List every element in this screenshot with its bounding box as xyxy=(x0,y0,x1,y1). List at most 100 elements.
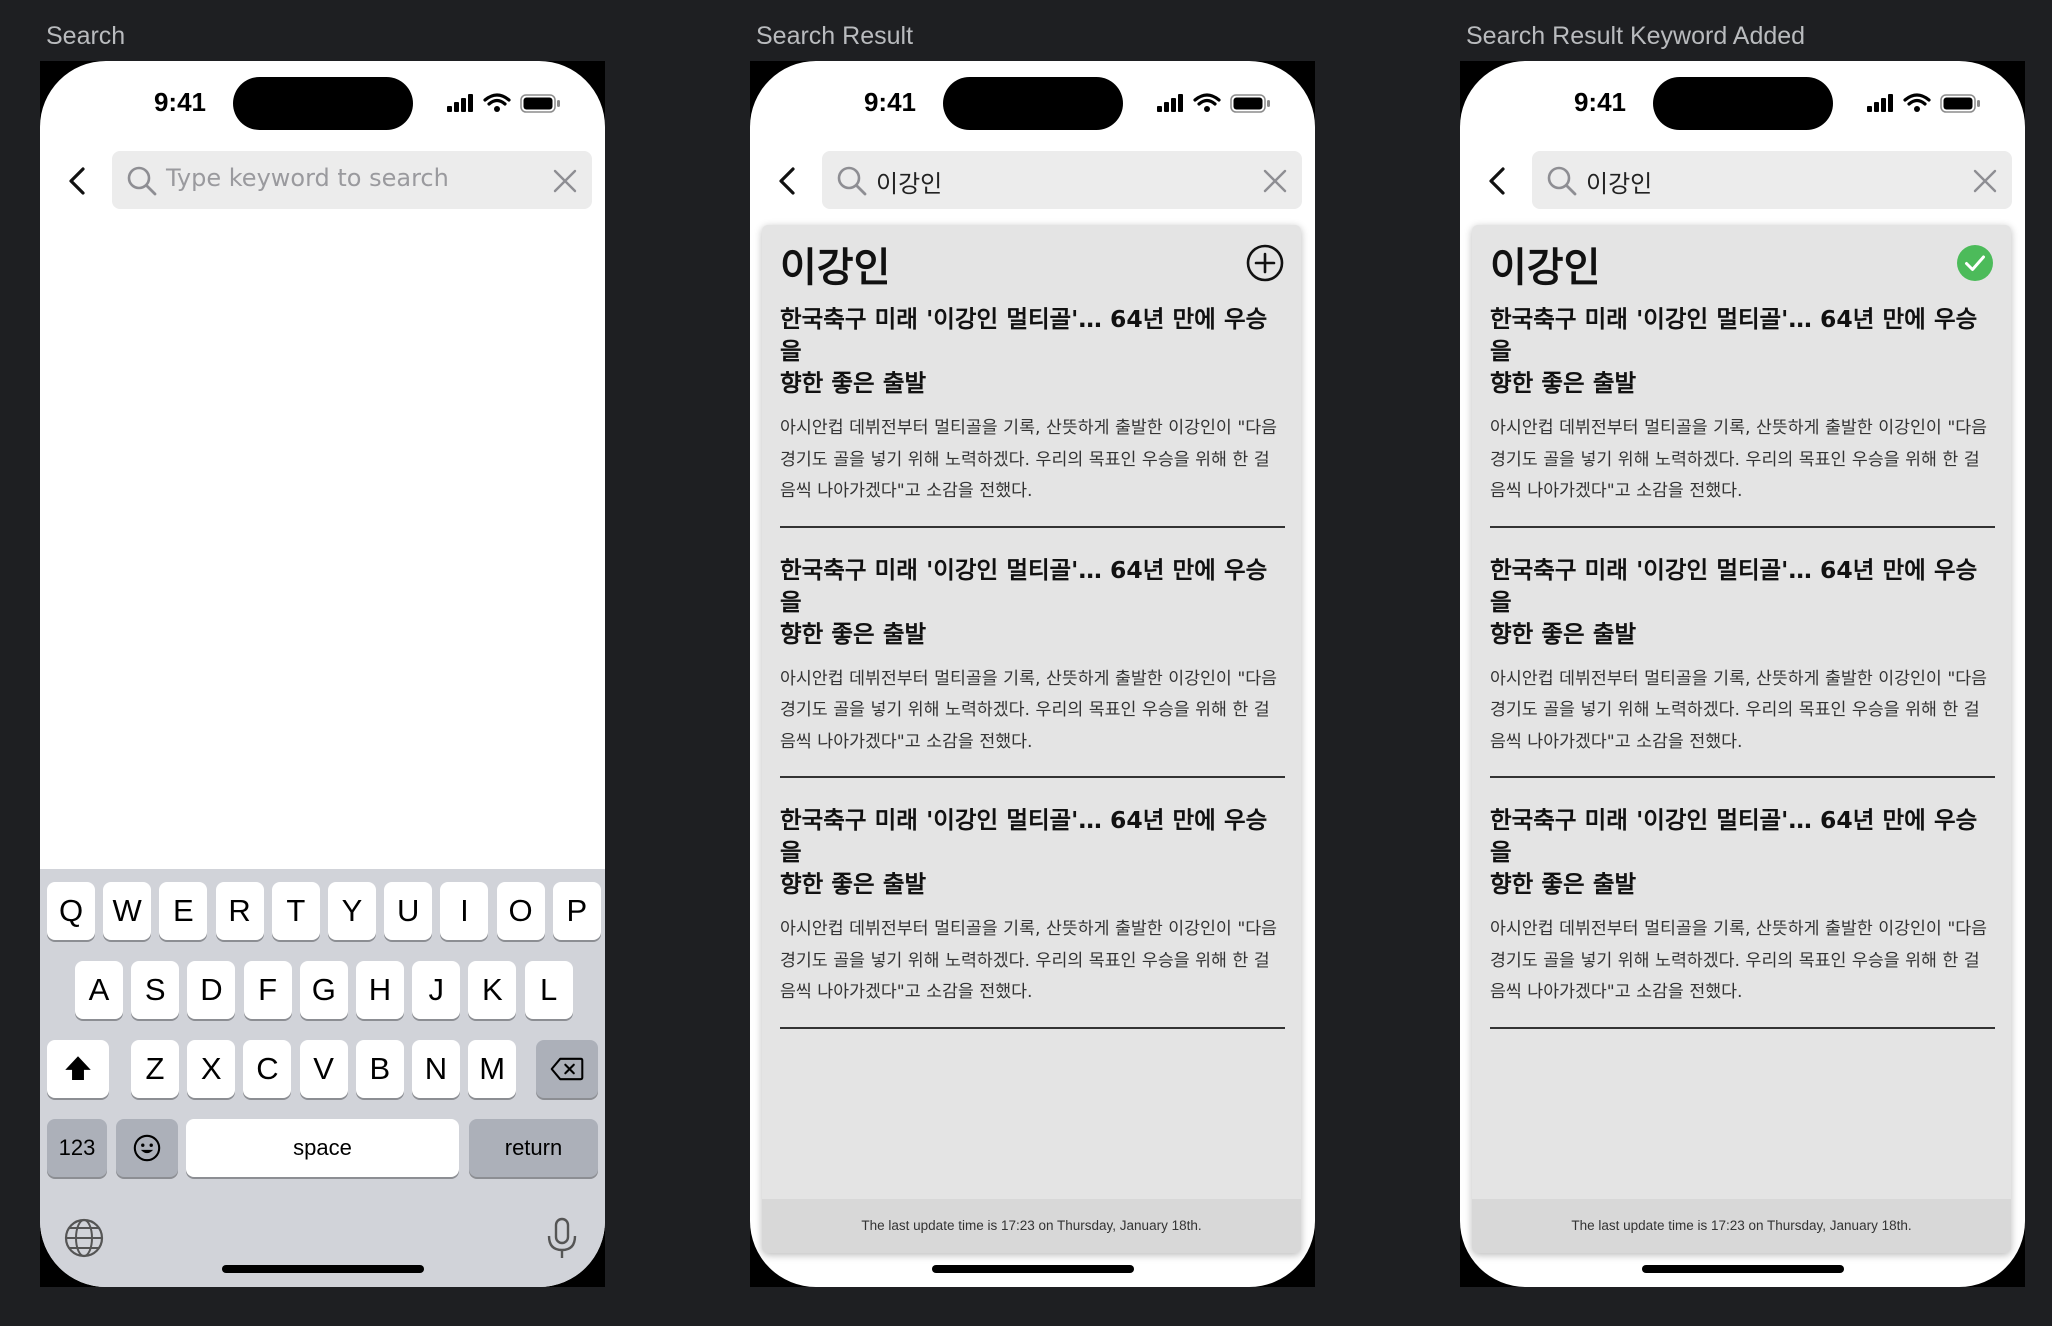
battery-icon xyxy=(1230,94,1270,113)
article-title: 한국축구 미래 '이강인 멀티골'… 64년 만에 우승을 향한 좋은 출발 xyxy=(1490,555,1978,648)
phone-screen: 9:41 이강인 이강인 한국축구 미래 '이강인 멀티골'… 64년 만에 우… xyxy=(1460,61,2025,1287)
article-summary: 아시안컵 데뷔전부터 멀티골을 기록, 산뜻하게 출발한 이강인이 "다음 경기… xyxy=(780,418,1278,501)
search-bar[interactable]: 이강인 xyxy=(1532,151,2012,209)
key-z[interactable]: Z xyxy=(131,1040,179,1098)
article-item[interactable]: 한국축구 미래 '이강인 멀티골'… 64년 만에 우승을 향한 좋은 출발 아… xyxy=(1490,798,1995,1029)
search-bar[interactable]: Type keyword to search xyxy=(112,151,592,209)
shift-key[interactable] xyxy=(47,1040,109,1098)
article-title: 한국축구 미래 '이강인 멀티골'… 64년 만에 우승을 향한 좋은 출발 xyxy=(1490,806,1978,898)
numbers-key[interactable]: 123 xyxy=(47,1119,107,1177)
keyword-card: 이강인 한국축구 미래 '이강인 멀티골'… 64년 만에 우승을 향한 좋은 … xyxy=(762,225,1301,1253)
key-w[interactable]: W xyxy=(103,882,152,940)
key-i[interactable]: I xyxy=(440,882,489,940)
keyword-title: 이강인 xyxy=(1490,245,1601,291)
phone-screen: 9:41 이강인 이강인 한국축구 미래 '이강인 멀티골'… 64년 만에 우… xyxy=(750,61,1315,1287)
globe-icon[interactable] xyxy=(60,1214,108,1262)
key-k[interactable]: K xyxy=(468,961,517,1019)
key-g[interactable]: G xyxy=(299,961,348,1019)
shift-icon xyxy=(65,1056,91,1081)
key-l[interactable]: L xyxy=(524,961,573,1019)
key-a[interactable]: A xyxy=(75,961,123,1019)
cellular-signal-icon xyxy=(1157,94,1183,112)
key-m[interactable]: M xyxy=(468,1040,517,1098)
key-n[interactable]: N xyxy=(412,1040,460,1098)
search-input[interactable]: Type keyword to search xyxy=(166,164,449,192)
frame-keyword-added: 9:41 이강인 이강인 한국축구 미래 '이강인 멀티골'… 64년 만에 우… xyxy=(1460,61,2025,1287)
search-bar[interactable]: 이강인 xyxy=(822,151,1302,209)
status-time: 9:41 xyxy=(153,87,207,117)
status-icons xyxy=(1157,93,1270,113)
key-r[interactable]: R xyxy=(215,882,264,940)
search-icon xyxy=(127,166,157,196)
cellular-signal-icon xyxy=(1867,94,1893,112)
status-time: 9:41 xyxy=(1573,87,1627,117)
search-input[interactable]: 이강인 xyxy=(1586,164,1652,199)
backspace-icon xyxy=(550,1057,584,1081)
wifi-icon xyxy=(1193,93,1221,106)
key-e[interactable]: E xyxy=(159,882,208,940)
home-indicator xyxy=(222,1265,424,1273)
last-update-footer: The last update time is 17:23 on Thursda… xyxy=(762,1199,1301,1253)
key-q[interactable]: Q xyxy=(47,882,95,940)
search-header: 이강인 xyxy=(1460,151,2025,211)
article-item[interactable]: 한국축구 미래 '이강인 멀티골'… 64년 만에 우승을 향한 좋은 출발 아… xyxy=(780,798,1285,1029)
search-input[interactable]: 이강인 xyxy=(876,164,942,199)
wifi-icon xyxy=(483,93,511,106)
key-j[interactable]: J xyxy=(412,961,461,1019)
key-v[interactable]: V xyxy=(299,1040,348,1098)
delete-key[interactable] xyxy=(536,1040,598,1098)
keyword-card: 이강인 한국축구 미래 '이강인 멀티골'… 64년 만에 우승을 향한 좋은 … xyxy=(1472,225,2011,1253)
cellular-signal-icon xyxy=(447,94,473,112)
last-update-footer: The last update time is 17:23 on Thursda… xyxy=(1472,1199,2011,1253)
check-circle-icon[interactable] xyxy=(1953,241,1997,285)
microphone-icon[interactable] xyxy=(538,1214,586,1262)
space-key[interactable]: space xyxy=(186,1119,459,1177)
back-chevron-icon[interactable] xyxy=(1480,163,1516,199)
key-o[interactable]: O xyxy=(496,882,545,940)
article-item[interactable]: 한국축구 미래 '이강인 멀티골'… 64년 만에 우승을 향한 좋은 출발 아… xyxy=(1490,297,1995,528)
key-d[interactable]: D xyxy=(187,961,236,1019)
article-summary: 아시안컵 데뷔전부터 멀티골을 기록, 산뜻하게 출발한 이강인이 "다음 경기… xyxy=(780,668,1278,752)
dynamic-island xyxy=(1653,77,1833,130)
emoji-key[interactable] xyxy=(116,1119,178,1177)
article-item[interactable]: 한국축구 미래 '이강인 멀티골'… 64년 만에 우승을 향한 좋은 출발 아… xyxy=(1490,548,1995,778)
article-summary: 아시안컵 데뷔전부터 멀티골을 기록, 산뜻하게 출발한 이강인이 "다음 경기… xyxy=(1490,418,1988,501)
article-list: 한국축구 미래 '이강인 멀티골'… 64년 만에 우승을 향한 좋은 출발 아… xyxy=(1490,297,1995,1049)
article-list: 한국축구 미래 '이강인 멀티골'… 64년 만에 우승을 향한 좋은 출발 아… xyxy=(780,297,1285,1049)
key-y[interactable]: Y xyxy=(328,882,376,940)
battery-icon xyxy=(520,94,560,113)
status-icons xyxy=(1867,93,1980,113)
close-icon[interactable] xyxy=(1972,168,1998,194)
emoji-icon xyxy=(133,1134,161,1162)
article-summary: 아시안컵 데뷔전부터 멀티골을 기록, 산뜻하게 출발한 이강인이 "다음 경기… xyxy=(1490,668,1988,752)
status-time: 9:41 xyxy=(863,87,917,117)
article-item[interactable]: 한국축구 미래 '이강인 멀티골'… 64년 만에 우승을 향한 좋은 출발 아… xyxy=(780,548,1285,778)
back-chevron-icon[interactable] xyxy=(770,163,806,199)
battery-icon xyxy=(1940,94,1980,113)
return-key[interactable]: return xyxy=(469,1119,598,1177)
key-x[interactable]: X xyxy=(187,1040,236,1098)
key-p[interactable]: P xyxy=(552,882,601,940)
frame-search-result: 9:41 이강인 이강인 한국축구 미래 '이강인 멀티골'… 64년 만에 우… xyxy=(750,61,1315,1287)
key-h[interactable]: H xyxy=(356,961,404,1019)
article-item[interactable]: 한국축구 미래 '이강인 멀티골'… 64년 만에 우승을 향한 좋은 출발 아… xyxy=(780,297,1285,528)
close-icon[interactable] xyxy=(552,168,578,194)
home-indicator xyxy=(1642,1265,1844,1273)
keyboard: QWERTYUIOP ASDFGHJKL ZXCVBNM 123 space ret… xyxy=(40,869,605,1287)
back-chevron-icon[interactable] xyxy=(60,163,96,199)
key-f[interactable]: F xyxy=(243,961,292,1019)
wifi-icon xyxy=(1903,93,1931,106)
dynamic-island xyxy=(943,77,1123,130)
key-s[interactable]: S xyxy=(131,961,180,1019)
key-c[interactable]: C xyxy=(243,1040,292,1098)
article-summary: 아시안컵 데뷔전부터 멀티골을 기록, 산뜻하게 출발한 이강인이 "다음 경기… xyxy=(780,919,1278,1002)
close-icon[interactable] xyxy=(1262,168,1288,194)
home-indicator xyxy=(932,1265,1134,1273)
plus-circle-icon[interactable] xyxy=(1243,241,1287,285)
article-title: 한국축구 미래 '이강인 멀티골'… 64년 만에 우승을 향한 좋은 출발 xyxy=(1490,305,1978,397)
key-b[interactable]: B xyxy=(355,1040,404,1098)
search-header: Type keyword to search xyxy=(40,151,605,211)
key-u[interactable]: U xyxy=(384,882,433,940)
frame-label-keyword-added: Search Result Keyword Added xyxy=(1466,22,1806,50)
key-t[interactable]: T xyxy=(271,882,320,940)
